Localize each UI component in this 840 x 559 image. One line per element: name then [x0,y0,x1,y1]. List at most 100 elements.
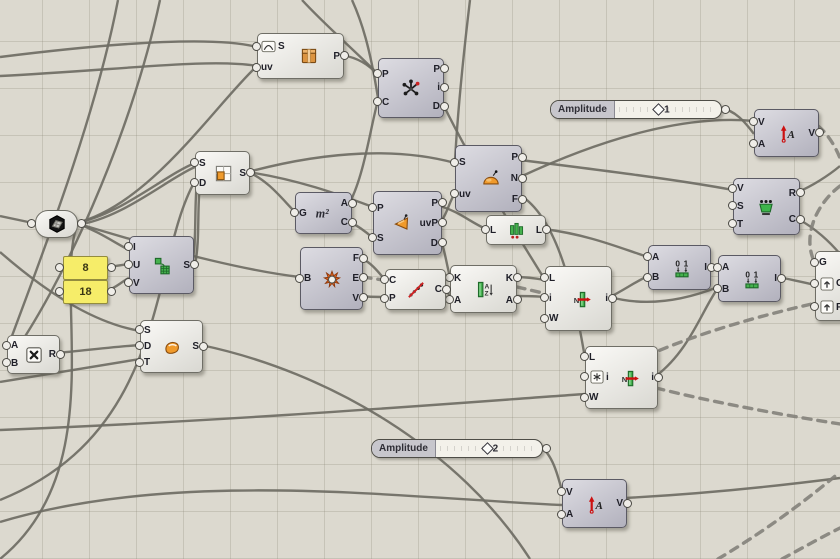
input-nub[interactable] [124,260,133,269]
graph-up-button[interactable] [819,300,834,315]
input-nub[interactable] [2,341,11,350]
param-output-nub[interactable] [77,219,86,228]
input-port-U[interactable]: U [133,260,140,271]
input-nub[interactable] [713,284,722,293]
output-nub[interactable] [654,373,663,382]
input-port-V[interactable]: V [566,487,573,498]
node-list-item-upper[interactable]: LiWNi [545,266,612,331]
input-nub[interactable] [643,273,652,282]
input-port-L[interactable]: L [490,225,496,236]
node-sub-list[interactable]: VSTRC [733,178,800,235]
input-port-A[interactable]: A [11,340,18,351]
panel-output-nub[interactable] [107,263,116,272]
node-cull-pattern[interactable]: CPC [385,269,446,310]
input-nub[interactable] [124,242,133,251]
input-nub[interactable] [295,274,304,283]
slider-track[interactable]: 1 [615,101,721,118]
input-port-P[interactable]: P [389,293,396,304]
input-port-V[interactable]: V [758,117,765,128]
input-nub[interactable] [373,97,382,106]
input-nub[interactable] [135,325,144,334]
output-port-C[interactable]: C [789,214,796,225]
output-port-K[interactable]: K [506,273,513,284]
input-nub[interactable] [380,294,389,303]
input-port-A[interactable]: A [454,295,461,306]
input-nub[interactable] [252,42,261,51]
input-nub[interactable] [290,208,299,217]
input-port-P[interactable]: P [382,69,389,80]
input-nub[interactable] [580,393,589,402]
param-input-nub[interactable] [27,219,36,228]
input-nub[interactable] [540,293,549,302]
node-area[interactable]: Gm²AC [295,192,352,234]
input-port-T[interactable]: T [144,357,151,368]
output-port-F[interactable]: F [353,253,359,264]
node-surface-closest-point[interactable]: PSPuvPD [373,191,442,255]
input-port-A[interactable]: A [758,139,765,150]
input-port-C[interactable]: C [389,275,396,286]
slider-handle[interactable] [481,442,494,455]
node-deconstruct-brep[interactable]: BFEV [300,247,363,310]
input-port-S[interactable]: S [737,201,744,212]
input-port-uv[interactable]: uv [261,62,285,73]
output-port-D[interactable]: D [433,101,440,112]
input-port-i[interactable]: i [549,293,558,304]
input-port-C[interactable]: C [819,276,840,291]
node-amplitude-vector-top[interactable]: VAAV [754,109,819,157]
input-port-B[interactable]: B [652,272,659,283]
node-surface-param[interactable] [35,210,78,238]
output-nub[interactable] [340,51,349,60]
input-port-S[interactable]: S [377,233,384,244]
output-port-uvP[interactable]: uvP [420,218,438,229]
input-port-A[interactable]: A [722,262,729,273]
slider-handle[interactable] [652,103,665,116]
input-nub[interactable] [557,487,566,496]
node-partial-right[interactable]: GCF [815,251,840,321]
input-port-L[interactable]: L [549,273,558,284]
output-nub[interactable] [513,295,522,304]
output-nub[interactable] [438,198,447,207]
output-nub[interactable] [518,174,527,183]
node-panel-18[interactable]: 18 [63,280,108,304]
input-port-C[interactable]: C [382,97,389,108]
output-port-P[interactable]: P [333,51,340,62]
output-port-R[interactable]: R [789,188,796,199]
slider-output-nub[interactable] [542,444,551,453]
input-port-A[interactable]: A [652,252,659,263]
input-port-S[interactable]: S [144,325,151,336]
input-port-P[interactable]: P [377,203,384,214]
output-nub[interactable] [56,350,65,359]
output-port-V[interactable]: V [352,293,359,304]
output-nub[interactable] [442,285,451,294]
input-nub[interactable] [135,341,144,350]
input-nub[interactable] [450,189,459,198]
input-nub[interactable] [135,358,144,367]
graph-button[interactable] [261,39,276,54]
input-port-B[interactable]: B [722,284,729,295]
output-port-A[interactable]: A [341,198,348,209]
input-nub[interactable] [713,263,722,272]
node-evaluate-surface[interactable]: SuvPNF [455,145,522,212]
output-port-i[interactable]: i [437,82,440,93]
node-amplitude-vector-bottom[interactable]: VAAV [562,479,627,528]
input-nub[interactable] [749,117,758,126]
output-port-C[interactable]: C [341,217,348,228]
output-port-V[interactable]: V [808,128,815,139]
input-nub[interactable] [810,302,819,311]
input-nub[interactable] [728,219,737,228]
output-nub[interactable] [796,215,805,224]
output-port-S[interactable]: S [192,341,199,352]
output-port-S[interactable]: S [183,260,190,271]
slider-output-nub[interactable] [721,105,730,114]
output-port-i[interactable]: i [651,372,654,383]
input-port-L[interactable]: L [589,352,609,363]
input-nub[interactable] [445,295,454,304]
input-nub[interactable] [380,275,389,284]
input-port-uv[interactable]: uv [459,189,471,200]
input-nub[interactable] [445,273,454,282]
input-nub[interactable] [728,201,737,210]
node-panel-8[interactable]: 8 [63,256,108,280]
input-nub[interactable] [557,510,566,519]
output-port-V[interactable]: V [616,498,623,509]
input-port-W[interactable]: W [549,313,558,324]
